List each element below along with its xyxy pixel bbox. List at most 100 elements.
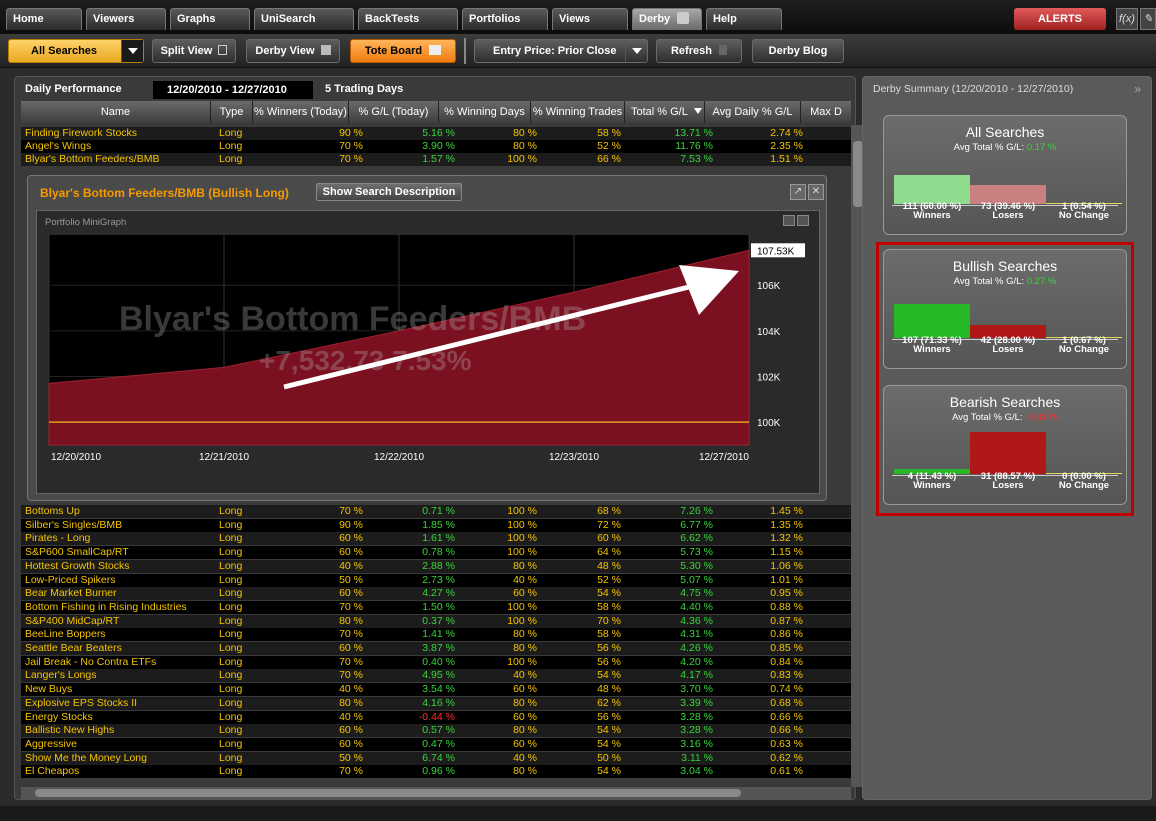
row-winning-days: 40 % — [513, 573, 537, 586]
table-row[interactable]: New Buys Long 40 % 3.54 % 60 % 48 % 3.70 % 0.74… — [21, 683, 851, 697]
chevron-down-icon[interactable] — [121, 40, 143, 62]
split-view-button[interactable]: Split View — [152, 39, 236, 63]
row-name: Silber's Singles/BMB — [25, 518, 123, 531]
table-row[interactable]: Pirates - Long Long 60 % 1.61 % 100 % 60 % 6.6… — [21, 532, 851, 546]
collapse-icon[interactable]: » — [1134, 82, 1141, 96]
chevron-down-icon[interactable] — [625, 40, 647, 62]
wrench-icon[interactable]: ✎ — [1140, 8, 1156, 30]
tab-graphs[interactable]: Graphs — [170, 8, 250, 30]
table-row[interactable]: Ballistic New Highs Long 60 % 0.57 % 80 % 54 … — [21, 724, 851, 738]
tab-backtests[interactable]: BackTests — [358, 8, 458, 30]
table-row[interactable]: S&P400 MidCap/RT Long 80 % 0.37 % 100 % 70 % 4… — [21, 614, 851, 628]
entry-price-dropdown[interactable]: Entry Price: Prior Close — [474, 39, 648, 63]
table-row[interactable]: Blyar's Bottom Feeders/BMB Long 70 % 1.57 %… — [21, 153, 851, 166]
bullish-highlight-frame — [876, 242, 1134, 516]
row-gl-today: 4.16 % — [422, 696, 455, 709]
tab-views[interactable]: Views — [552, 8, 628, 30]
all-searches-dropdown[interactable]: All Searches — [8, 39, 144, 63]
row-type: Long — [219, 546, 243, 559]
popout-icon[interactable]: ↗ — [790, 184, 806, 200]
row-total-gl: 4.26 % — [680, 642, 713, 654]
table-row[interactable]: Angel's Wings Long 70 % 3.90 % 80 % 52 % 11.76… — [21, 140, 851, 153]
table-row[interactable]: Aggressive Long 60 % 0.47 % 60 % 54 % 3.16 % 0.… — [21, 737, 851, 751]
column-header-type[interactable]: Type — [211, 101, 253, 123]
chart-zoom-icon[interactable] — [783, 215, 795, 226]
table-row[interactable]: Jail Break - No Contra ETFs Long 70 % 0.40 … — [21, 655, 851, 669]
derby-blog-button[interactable]: Derby Blog — [752, 39, 844, 63]
table-row[interactable]: Bear Market Burner Long 60 % 4.27 % 60 % 54 %… — [21, 587, 851, 601]
tab-home[interactable]: Home — [6, 8, 82, 30]
tote-board-button[interactable]: Tote Board — [350, 39, 456, 63]
chart-settings-icon[interactable] — [797, 215, 809, 226]
table-row[interactable]: Hottest Growth Stocks Long 40 % 2.88 % 80 % 4… — [21, 559, 851, 573]
column-header-winners-today[interactable]: % Winners (Today) — [253, 101, 349, 123]
table-row[interactable]: Show Me the Money Long Long 50 % 6.74 % 40 %… — [21, 751, 851, 765]
row-gl-today: 2.73 % — [422, 573, 455, 586]
table-row[interactable]: Explosive EPS Stocks II Long 80 % 4.16 % 80 … — [21, 696, 851, 710]
table-row[interactable]: Bottom Fishing in Rising Industries Long 7… — [21, 600, 851, 614]
column-header-name[interactable]: Name — [21, 101, 211, 123]
row-winning-trades: 54 % — [597, 587, 621, 600]
fx-button[interactable]: f(x) — [1116, 8, 1138, 30]
column-header-total-gl[interactable]: Total % G/L — [625, 101, 705, 123]
row-gl-today: 0.71 % — [422, 505, 455, 517]
derby-view-button[interactable]: Derby View — [246, 39, 340, 63]
row-avg-daily-gl: 0.88 % — [770, 600, 803, 613]
row-winners-today: 60 % — [339, 737, 363, 750]
column-header-gl-today[interactable]: % G/L (Today) — [349, 101, 439, 123]
tab-derby-icon[interactable] — [677, 12, 690, 24]
horizontal-scroll-thumb[interactable] — [35, 789, 741, 797]
row-winning-days: 40 % — [513, 751, 537, 764]
close-icon[interactable]: ✕ — [808, 184, 824, 200]
row-name: Bottoms Up — [25, 505, 80, 517]
column-header-winning-trades[interactable]: % Winning Trades — [531, 101, 625, 123]
date-range-field[interactable]: 12/20/2010 - 12/27/2010 — [153, 81, 313, 99]
tab-help[interactable]: Help — [706, 8, 782, 30]
tote-board-icon — [429, 45, 442, 55]
alerts-button[interactable]: ALERTS — [1014, 8, 1106, 30]
table-row[interactable]: Silber's Singles/BMB Long 90 % 1.85 % 100 % 7… — [21, 518, 851, 532]
row-winning-days: 100 % — [507, 532, 537, 545]
table-row[interactable]: Bottoms Up Long 70 % 0.71 % 100 % 68 % 7.26 % 1… — [21, 505, 851, 518]
x-tick-label: 12/22/2010 — [374, 452, 424, 463]
row-avg-daily-gl: 0.85 % — [770, 642, 803, 654]
table-row[interactable]: S&P600 SmallCap/RT Long 60 % 0.78 % 100 % 64 … — [21, 546, 851, 560]
tab-viewers[interactable]: Viewers — [86, 8, 166, 30]
table-row[interactable]: Seattle Bear Beaters Long 60 % 3.87 % 80 % 56… — [21, 642, 851, 655]
summary-card-title: All Searches — [965, 124, 1045, 140]
row-avg-daily-gl: 1.32 % — [770, 532, 803, 545]
row-winners-today: 70 % — [339, 628, 363, 641]
table-row[interactable]: El Cheapos Long 70 % 0.96 % 80 % 54 % 3.04 % 0.… — [21, 765, 851, 779]
row-total-gl: 3.11 % — [681, 751, 713, 764]
last-value-label: 107.53K — [757, 246, 795, 257]
tab-derby[interactable]: Derby — [632, 8, 702, 30]
row-winning-days: 80 % — [513, 628, 537, 641]
row-winning-days: 80 % — [513, 696, 537, 709]
area-chart: Blyar's Bottom Feeders/BMB+7,532.73 7.53… — [48, 235, 805, 463]
table-row[interactable]: Langer's Longs Long 70 % 4.95 % 40 % 54 % 4.17… — [21, 669, 851, 683]
row-winners-today: 70 % — [339, 505, 363, 517]
table-row[interactable]: BeeLine Boppers Long 70 % 1.41 % 80 % 58 % 4.3… — [21, 628, 851, 642]
tab-unisearch[interactable]: UniSearch — [254, 8, 354, 30]
tab-portfolios[interactable]: Portfolios — [462, 8, 548, 30]
daily-performance-panel: Daily Performance 12/20/2010 - 12/27/201… — [14, 76, 865, 800]
row-type: Long — [219, 505, 243, 517]
row-winners-today: 70 % — [339, 669, 363, 682]
row-winning-days: 80 % — [513, 559, 537, 572]
sort-down-icon[interactable] — [694, 108, 702, 114]
table-row[interactable]: Low-Priced Spikers Long 50 % 2.73 % 40 % 52 %… — [21, 573, 851, 587]
column-header-winning-days[interactable]: % Winning Days — [439, 101, 531, 123]
summary-card-subtitle: Avg Total % G/L: 0.17 % — [884, 142, 1126, 153]
table-row[interactable]: Finding Firework Stocks Long 90 % 5.16 % 80 … — [21, 127, 851, 140]
summary-card-all-searches[interactable]: All Searches Avg Total % G/L: 0.17 % 111 (… — [883, 115, 1127, 235]
column-header-avg-daily-gl[interactable]: Avg Daily % G/L — [705, 101, 801, 123]
refresh-label: Refresh — [670, 45, 712, 57]
table-row[interactable]: Energy Stocks Long 40 % -0.44 % 60 % 56 % 3.28… — [21, 710, 851, 724]
horizontal-scrollbar[interactable] — [21, 787, 851, 799]
show-search-description-button[interactable]: Show Search Description — [316, 183, 462, 201]
row-name: Hottest Growth Stocks — [25, 559, 130, 572]
row-name: Aggressive — [25, 737, 77, 750]
row-total-gl: 3.70 % — [680, 683, 713, 696]
column-header-max-d[interactable]: Max D — [801, 101, 851, 123]
refresh-button[interactable]: Refresh — [656, 39, 742, 63]
